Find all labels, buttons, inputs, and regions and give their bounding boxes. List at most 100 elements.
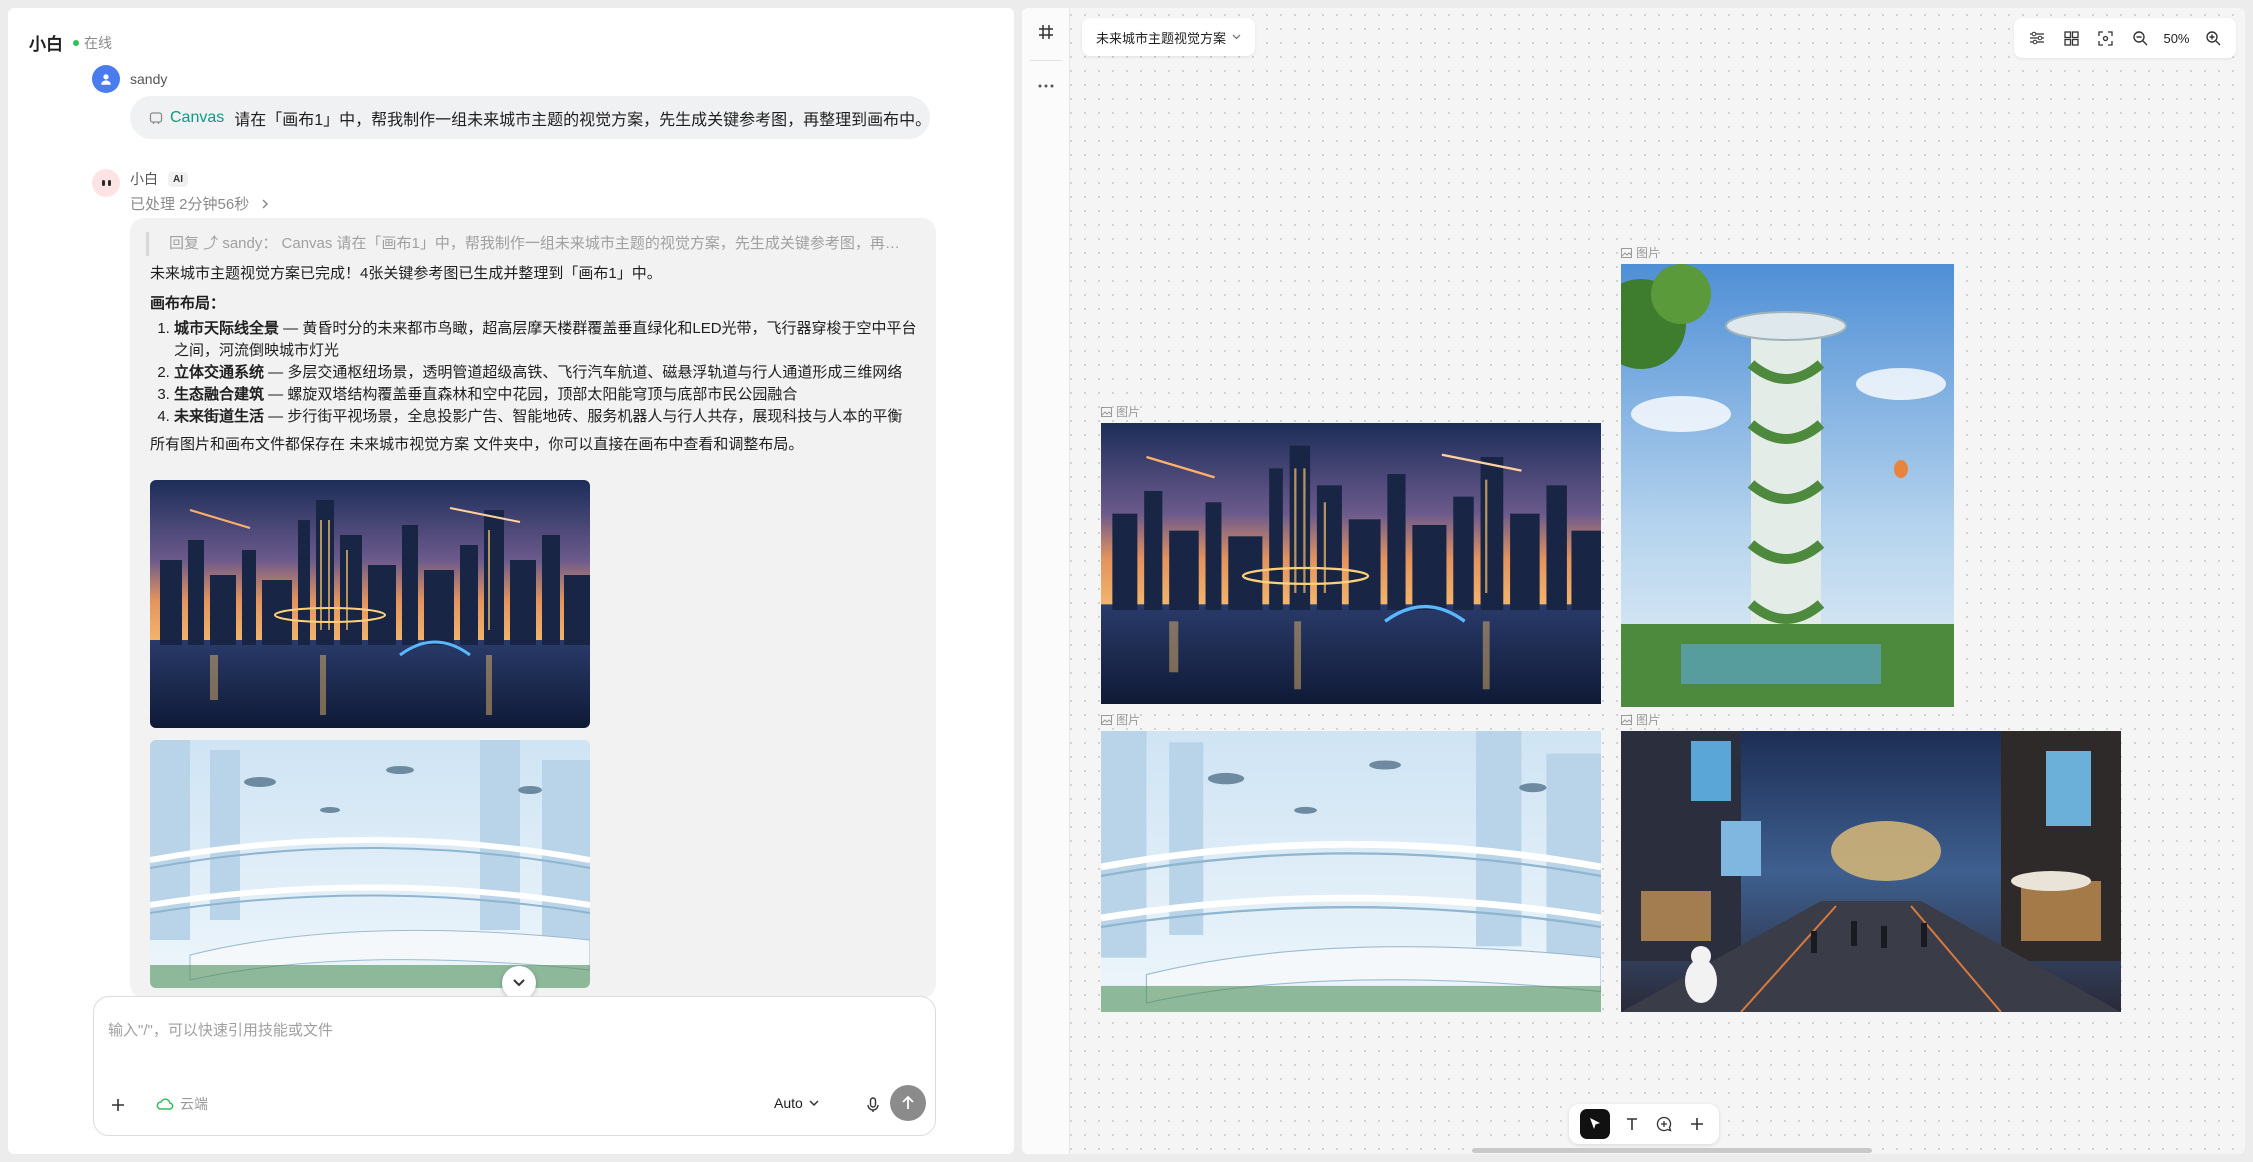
filter-settings-button[interactable] (2026, 27, 2048, 49)
zoom-level: 50% (2163, 30, 2190, 46)
text-icon (1626, 1118, 1637, 1130)
comment-tool-button[interactable] (1653, 1113, 1675, 1135)
message-input-placeholder[interactable]: 输入"/"，可以快速引用技能或文件 (108, 1019, 333, 1040)
ai-avatar[interactable] (92, 169, 120, 197)
ai-message-text: 未来城市主题视觉方案已完成！4张关键参考图已生成并整理到「画布1」中。 画布布局… (150, 263, 930, 456)
zoom-out-button[interactable] (2129, 27, 2151, 49)
city-skyline-image (1101, 423, 1601, 704)
canvas-skill-chip[interactable]: Canvas (148, 109, 224, 127)
card-label: 图片 (1621, 244, 1660, 261)
more-button[interactable] (1034, 74, 1058, 98)
plus-icon (1690, 1118, 1703, 1130)
add-element-button[interactable] (1686, 1113, 1708, 1135)
eco-tower-illustration (1621, 264, 1954, 707)
message-input-box[interactable]: 输入"/"，可以快速引用技能或文件 云端 Auto (93, 996, 936, 1136)
grid-icon (2064, 30, 2079, 46)
card-label: 图片 (1101, 711, 1140, 728)
card-label: 图片 (1101, 403, 1140, 420)
canvas-top-toolbar: 50% (2014, 18, 2236, 58)
transport-hub-image[interactable] (150, 740, 590, 988)
ai-badge: AI (168, 171, 188, 187)
chevron-down-icon (513, 979, 525, 987)
hash-frame-icon (1039, 25, 1053, 39)
list-item-title: 立体交通系统 (174, 364, 265, 381)
comment-add-icon (1657, 1116, 1672, 1132)
processing-time[interactable]: 已处理 2分钟56秒 (130, 193, 269, 214)
chat-header: 小白 在线 (29, 30, 112, 55)
chat-pane: 小白 在线 sandy Canvas 请在「画布1」中，帮我制作一组未来城市主题… (8, 8, 1014, 1154)
chevron-right-icon (262, 198, 269, 209)
canvas-skill-label: Canvas (170, 108, 225, 126)
ai-name: 小白 (130, 171, 158, 187)
user-message-text: 请在「画布1」中，帮我制作一组未来城市主题的视觉方案，先生成关键参考图，再整理到… (234, 111, 932, 129)
image-icon (1621, 247, 1632, 258)
frame-tool-button[interactable] (1034, 20, 1058, 44)
canvas-name-dropdown[interactable]: 未来城市主题视觉方案 (1082, 18, 1256, 56)
send-button[interactable] (890, 1085, 926, 1121)
microphone-icon (867, 1097, 879, 1112)
grid-layout-button[interactable] (2060, 27, 2082, 49)
canvas-card-transport-hub[interactable]: 图片 (1101, 713, 1601, 1012)
add-attachment-button[interactable] (106, 1093, 130, 1117)
transport-hub-illustration (150, 740, 590, 988)
image-icon (1621, 714, 1632, 725)
ai-face-icon (101, 180, 111, 186)
online-dot-icon (73, 39, 79, 46)
focus-icon (2098, 30, 2113, 46)
canvas-card-city-skyline[interactable]: 图片 (1101, 405, 1601, 704)
street-life-image (1621, 731, 2121, 1012)
microphone-button[interactable] (862, 1094, 884, 1116)
list-item-title: 未来街道生活 (174, 408, 265, 425)
list-item-title: 城市天际线全景 (174, 320, 280, 337)
list-item-desc: — 多层交通枢纽场景，透明管道超级高铁、飞行汽车航道、磁悬浮轨道与行人通道形成三… (264, 364, 903, 381)
list-item: 未来街道生活 — 步行街平视场景，全息投影广告、智能地砖、服务机器人与行人共存，… (174, 406, 930, 428)
list-item: 生态融合建筑 — 螺旋双塔结构覆盖垂直森林和空中花园，顶部太阳能穹顶与底部市民公… (174, 384, 930, 406)
list-item: 立体交通系统 — 多层交通枢纽场景，透明管道超级高铁、飞行汽车航道、磁悬浮轨道与… (174, 362, 930, 384)
list-item-desc: — 螺旋双塔结构覆盖垂直森林和空中花园，顶部太阳能穹顶与底部市民公园融合 (264, 386, 798, 403)
cloud-toggle[interactable]: 云端 (156, 1094, 208, 1114)
model-select[interactable]: Auto (774, 1095, 819, 1111)
person-icon (101, 74, 111, 85)
list-item-title: 生态融合建筑 (174, 386, 265, 403)
image-icon (1101, 406, 1112, 417)
user-name: sandy (130, 71, 168, 87)
reply-quote[interactable]: 回复 ⤴ sandy： Canvas 请在「画布1」中，帮我制作一组未来城市主题… (146, 232, 906, 256)
street-life-illustration (1621, 731, 2121, 1012)
horizontal-scrollbar[interactable] (1472, 1148, 1872, 1153)
chat-title: 小白 (29, 35, 63, 54)
canvas-card-street-life[interactable]: 图片 (1621, 713, 2121, 1012)
zoom-in-icon (2206, 31, 2221, 46)
chevron-down-icon (809, 1099, 819, 1106)
city-skyline-illustration (1101, 423, 1601, 704)
user-message-bubble: Canvas 请在「画布1」中，帮我制作一组未来城市主题的视觉方案，先生成关键参… (130, 96, 932, 139)
summary-text: 未来城市主题视觉方案已完成！4张关键参考图已生成并整理到「画布1」中。 (150, 265, 662, 282)
list-item-desc: — 步行街平视场景，全息投影广告、智能地砖、服务机器人与行人共存，展现科技与人本… (264, 408, 903, 425)
canvas-name-label: 未来城市主题视觉方案 (1096, 30, 1227, 46)
fit-view-button[interactable] (2095, 27, 2117, 49)
cloud-icon (156, 1098, 174, 1110)
plus-icon (112, 1099, 124, 1111)
image-icon (1101, 714, 1112, 725)
canvas-side-rail (1022, 8, 1070, 1154)
select-tool-button[interactable] (1580, 1109, 1611, 1139)
scroll-down-button[interactable] (502, 966, 536, 1000)
transport-hub-image (1101, 731, 1601, 1012)
text-tool-button[interactable] (1621, 1113, 1643, 1135)
layout-title: 画布布局： (150, 295, 226, 312)
card-label-text: 图片 (1636, 246, 1661, 260)
card-label-text: 图片 (1636, 713, 1661, 727)
city-skyline-image[interactable] (150, 480, 590, 728)
outro-text: 所有图片和画布文件都保存在 未来城市视觉方案 文件夹中，你可以直接在画布中查看和… (150, 436, 804, 453)
model-select-value: Auto (774, 1095, 803, 1111)
zoom-out-icon (2133, 31, 2148, 46)
list-item-desc: — 黄昏时分的未来都市鸟瞰，超高层摩天楼群覆盖垂直绿化和LED光带，飞行器穿梭于… (174, 320, 917, 359)
city-skyline-illustration (150, 480, 590, 728)
online-status: 在线 (73, 33, 112, 53)
canvas-card-eco-tower[interactable]: 图片 (1621, 246, 1954, 707)
list-item: 城市天际线全景 — 黄昏时分的未来都市鸟瞰，超高层摩天楼群覆盖垂直绿化和LED光… (174, 318, 930, 362)
zoom-in-button[interactable] (2202, 27, 2224, 49)
more-horizontal-icon (1038, 84, 1054, 88)
canvas-pane[interactable]: 未来城市主题视觉方案 50% 图片 图片 图片 图片 (1022, 8, 2245, 1154)
user-avatar[interactable] (92, 65, 120, 93)
card-label-text: 图片 (1116, 713, 1141, 727)
